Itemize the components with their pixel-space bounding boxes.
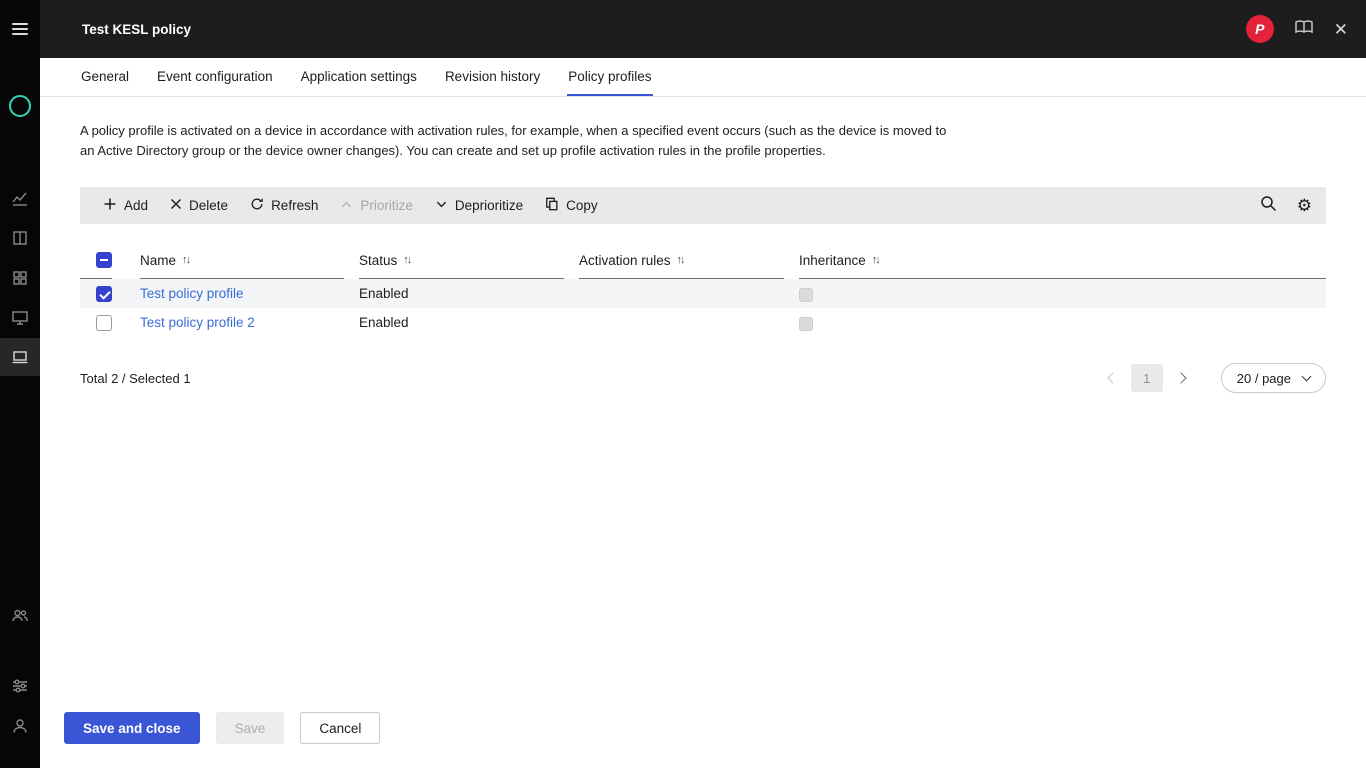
page-title: Test KESL policy xyxy=(82,22,191,37)
chevron-down-icon xyxy=(435,198,448,214)
sort-icon[interactable]: ↑↓ xyxy=(403,254,410,266)
status-cell: Enabled xyxy=(359,286,409,301)
dialog-actions: Save and close Save Cancel xyxy=(64,712,380,744)
policies-icon[interactable] xyxy=(0,338,40,376)
column-header-activation-rules: Activation rules xyxy=(579,253,671,268)
table-row[interactable]: Test policy profile Enabled xyxy=(80,279,1326,308)
column-header-status: Status xyxy=(359,253,397,268)
header-bar: Test KESL policy P ✕ xyxy=(40,0,1366,58)
hamburger-menu-icon[interactable] xyxy=(0,12,40,46)
close-icon[interactable]: ✕ xyxy=(1334,21,1348,38)
tab-application-settings[interactable]: Application settings xyxy=(300,58,418,96)
table-row[interactable]: Test policy profile 2 Enabled xyxy=(80,308,1326,337)
cancel-button[interactable]: Cancel xyxy=(300,712,380,744)
policy-profiles-table: Name ↑↓ Status ↑↓ Activation rules ↑↓ Inher… xyxy=(80,246,1326,337)
x-icon xyxy=(170,198,182,213)
gear-icon[interactable]: ⚙ xyxy=(1297,197,1312,214)
column-header-name: Name xyxy=(140,253,176,268)
row-checkbox[interactable] xyxy=(96,286,112,302)
table-toolbar: Add Delete Refresh Prioritize Deprioriti… xyxy=(80,187,1326,224)
tab-policy-profiles[interactable]: Policy profiles xyxy=(567,58,652,96)
settings-icon[interactable] xyxy=(0,668,40,704)
sort-icon[interactable]: ↑↓ xyxy=(872,254,879,266)
kaspersky-badge-icon[interactable]: P xyxy=(1246,15,1274,43)
status-cell: Enabled xyxy=(359,315,409,330)
sidebar xyxy=(0,0,40,768)
app-window: Test KESL policy P ✕ General Event confi… xyxy=(0,0,1366,768)
sort-icon[interactable]: ↑↓ xyxy=(182,254,189,266)
refresh-button[interactable]: Refresh xyxy=(239,187,329,224)
reports-icon[interactable] xyxy=(0,220,40,256)
search-icon[interactable] xyxy=(1260,195,1277,217)
policy-profile-description: A policy profile is activated on a devic… xyxy=(80,121,960,161)
refresh-icon xyxy=(250,197,264,214)
main-panel: General Event configuration Application … xyxy=(40,58,1366,768)
users-icon[interactable] xyxy=(0,598,40,634)
delete-button[interactable]: Delete xyxy=(159,187,239,224)
profile-name-link[interactable]: Test policy profile 2 xyxy=(140,315,255,330)
save-and-close-button[interactable]: Save and close xyxy=(64,712,200,744)
monitoring-icon[interactable] xyxy=(0,180,40,216)
add-button[interactable]: Add xyxy=(92,187,159,224)
sort-icon[interactable]: ↑↓ xyxy=(677,254,684,266)
account-icon[interactable] xyxy=(0,708,40,744)
next-page-icon[interactable] xyxy=(1175,373,1186,384)
tab-event-configuration[interactable]: Event configuration xyxy=(156,58,274,96)
save-button[interactable]: Save xyxy=(216,712,285,744)
select-all-checkbox[interactable] xyxy=(96,252,112,268)
selection-summary: Total 2 / Selected 1 xyxy=(80,371,191,386)
chevron-down-icon xyxy=(1302,372,1312,382)
list-footer: Total 2 / Selected 1 1 20 / page xyxy=(80,363,1326,393)
plus-icon xyxy=(103,197,117,214)
marketplace-icon[interactable] xyxy=(0,260,40,296)
copy-icon xyxy=(545,197,559,214)
kaspersky-logo-icon[interactable] xyxy=(0,88,40,124)
tab-revision-history[interactable]: Revision history xyxy=(444,58,541,96)
copy-button[interactable]: Copy xyxy=(534,187,609,224)
page-size-select[interactable]: 20 / page xyxy=(1221,363,1326,393)
inheritance-checkbox xyxy=(799,288,813,302)
deprioritize-button[interactable]: Deprioritize xyxy=(424,187,534,224)
row-checkbox[interactable] xyxy=(96,315,112,331)
help-docs-icon[interactable] xyxy=(1294,19,1314,40)
column-header-inheritance: Inheritance xyxy=(799,253,866,268)
inheritance-checkbox xyxy=(799,317,813,331)
prioritize-button[interactable]: Prioritize xyxy=(329,187,424,224)
profile-name-link[interactable]: Test policy profile xyxy=(140,286,244,301)
page-number-button[interactable]: 1 xyxy=(1131,364,1163,392)
previous-page-icon[interactable] xyxy=(1107,373,1118,384)
tab-bar: General Event configuration Application … xyxy=(40,58,1366,97)
tab-general[interactable]: General xyxy=(80,58,130,96)
devices-icon[interactable] xyxy=(0,300,40,336)
chevron-up-icon xyxy=(340,198,353,214)
